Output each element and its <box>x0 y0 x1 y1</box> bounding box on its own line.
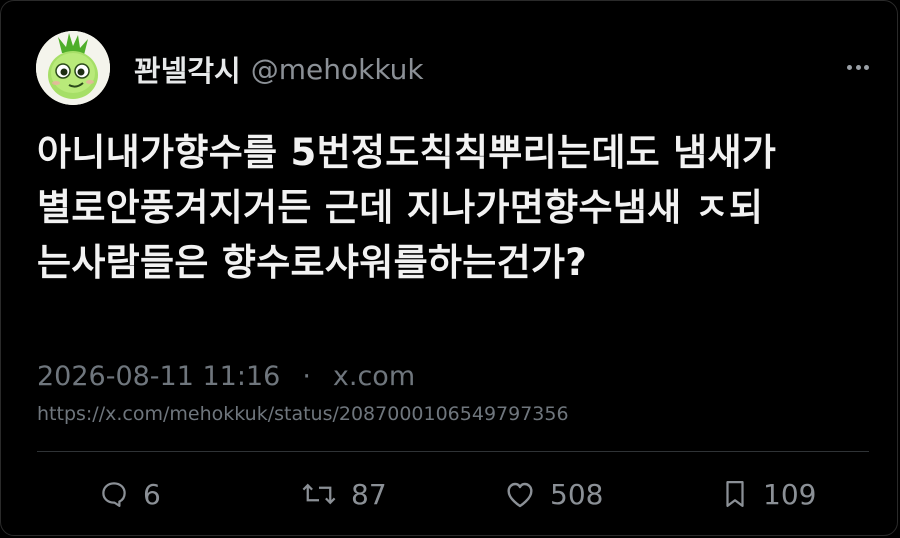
avatar[interactable] <box>36 31 110 105</box>
more-options-icon[interactable] <box>847 61 869 73</box>
tweet-body: 아니내가향수를 5번정도칙칙뿌리는데도 냄새가 별로안풍겨지거든 근데 지나가면… <box>37 125 867 290</box>
tweet-line: 별로안풍겨지거든 근데 지나가면향수냄새 ㅈ되 <box>37 186 764 229</box>
repost-count: 87 <box>351 477 387 511</box>
author-display-name[interactable]: 꽌넬각시 <box>134 48 241 90</box>
bookmark-button[interactable]: 109 <box>721 469 816 519</box>
reply-icon <box>102 482 126 507</box>
sprout-character-icon <box>36 31 110 105</box>
source-label[interactable]: x.com <box>333 361 415 392</box>
repost-button[interactable]: 87 <box>301 469 387 519</box>
action-bar: 6 87 508 109 <box>1 469 900 519</box>
like-count: 508 <box>550 477 604 511</box>
divider <box>37 451 869 452</box>
more-dot <box>855 64 861 70</box>
tweet-card: 꽌넬각시 @mehokkuk 아니내가향수를 5번정도칙칙뿌리는데도 냄새가 별… <box>0 0 898 536</box>
tweet-meta: 2026-08-11 11:16 · x.com <box>37 356 415 396</box>
tweet-line: 아니내가향수를 5번정도칙칙뿌리는데도 냄새가 <box>37 131 777 174</box>
bookmark-count: 109 <box>763 477 817 511</box>
heart-icon <box>507 482 533 508</box>
meta-separator: · <box>302 360 311 392</box>
like-button[interactable]: 508 <box>504 469 603 519</box>
more-dot <box>847 64 852 70</box>
timestamp[interactable]: 2026-08-11 11:16 <box>37 361 280 392</box>
author-row: 꽌넬각시 @mehokkuk <box>134 49 424 89</box>
bookmark-icon <box>726 481 744 507</box>
more-dot <box>864 64 869 70</box>
reply-count: 6 <box>143 477 161 511</box>
repost-icon <box>302 483 336 505</box>
status-url[interactable]: https://x.com/mehokkuk/status/2087000106… <box>37 403 569 425</box>
reply-button[interactable]: 6 <box>99 469 161 519</box>
author-handle[interactable]: @mehokkuk <box>251 53 424 86</box>
tweet-line: 는사람들은 향수로샤워를하는건가? <box>37 241 588 284</box>
